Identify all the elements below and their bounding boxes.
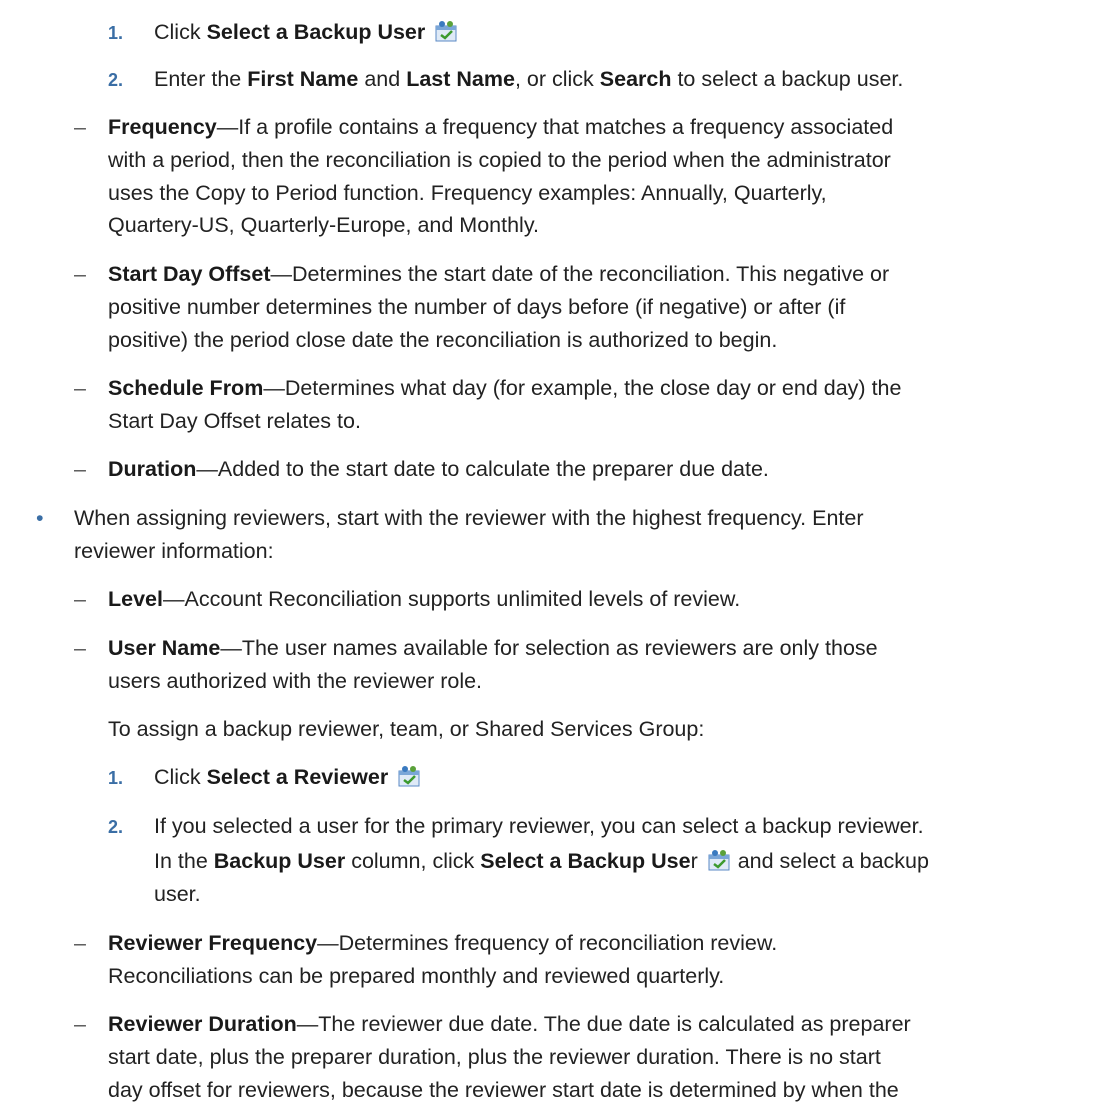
frequency-line-2: with a period, then the reconciliation i…	[108, 148, 891, 172]
step-backup-reviewer-line-2: In the Backup User column, click Select …	[154, 849, 929, 873]
dash-marker: –	[74, 262, 86, 286]
step-marker: 1.	[108, 23, 124, 43]
step-marker: 1.	[108, 768, 124, 788]
bullet-marker: •	[36, 506, 44, 530]
step-marker: 2.	[108, 817, 124, 837]
dash-marker: –	[74, 587, 86, 611]
start-day-offset-line-2: positive number determines the number of…	[108, 295, 846, 319]
step-select-reviewer: Click Select a Reviewer	[154, 761, 422, 794]
reviewer-duration-line-3: day offset for reviewers, because the re…	[108, 1078, 899, 1102]
frequency-line-3: uses the Copy to Period function. Freque…	[108, 181, 827, 205]
assign-intro: To assign a backup reviewer, team, or Sh…	[108, 717, 705, 741]
dash-marker: –	[74, 636, 86, 660]
step-backup-reviewer-line-1: If you selected a user for the primary r…	[154, 814, 924, 838]
start-day-offset-line-3: positive) the period close date the reco…	[108, 328, 778, 352]
start-day-offset-line-1: Start Day Offset—Determines the start da…	[108, 262, 890, 286]
select-user-icon[interactable]	[398, 765, 422, 787]
step-backup-reviewer-line-3: user.	[154, 882, 201, 906]
step-select-backup-user: Click Select a Backup User	[154, 16, 459, 49]
user-name-line-1: User Name—The user names available for s…	[108, 636, 878, 660]
frequency-line-1: Frequency—If a profile contains a freque…	[108, 115, 894, 139]
select-user-icon[interactable]	[708, 849, 732, 871]
dash-marker: –	[74, 931, 86, 955]
reviewer-duration-line-2: start date, plus the preparer duration, …	[108, 1045, 881, 1069]
level-line-1: Level—Account Reconciliation supports un…	[108, 587, 741, 611]
reviewers-line-2: reviewer information:	[74, 539, 274, 563]
dash-marker: –	[74, 376, 86, 400]
schedule-from-line-1: Schedule From—Determines what day (for e…	[108, 376, 902, 400]
reviewer-duration-line-1: Reviewer Duration—The reviewer due date.…	[108, 1012, 911, 1036]
reviewer-frequency-line-2: Reconciliations can be prepared monthly …	[108, 964, 725, 988]
dash-marker: –	[74, 1012, 86, 1036]
schedule-from-line-2: Start Day Offset relates to.	[108, 409, 361, 433]
frequency-line-4: Quartery-US, Quarterly-Europe, and Month…	[108, 213, 539, 237]
document-page: 1. Click Select a Backup User 2. Enter t…	[0, 0, 1110, 1105]
reviewer-frequency-line-1: Reviewer Frequency—Determines frequency …	[108, 931, 778, 955]
reviewers-line-1: When assigning reviewers, start with the…	[74, 506, 864, 530]
select-user-icon[interactable]	[435, 20, 459, 42]
dash-marker: –	[74, 457, 86, 481]
step-enter-name: Enter the First Name and Last Name, or c…	[154, 67, 904, 91]
dash-marker: –	[74, 115, 86, 139]
user-name-line-2: users authorized with the reviewer role.	[108, 669, 483, 693]
step-marker: 2.	[108, 70, 124, 90]
duration-line-1: Duration—Added to the start date to calc…	[108, 457, 769, 481]
